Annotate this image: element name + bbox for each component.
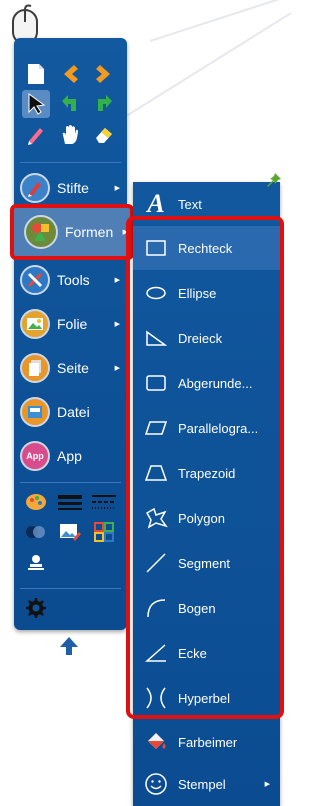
triangle-icon <box>143 325 169 351</box>
submenu-arrow-icon: ▶ <box>122 229 128 236</box>
main-toolbar: Stifte ▶ Formen ▶ Tools ▶ Folie ▶ Seite … <box>10 38 134 630</box>
submenu-item-ecke[interactable]: Ecke <box>133 631 280 675</box>
separator <box>20 482 121 483</box>
toolbar-item-folie[interactable]: Folie ▶ <box>18 304 126 344</box>
settings-gear-icon[interactable] <box>24 596 50 622</box>
new-page-icon[interactable] <box>22 60 50 88</box>
toolbar-item-label: Seite <box>57 360 89 376</box>
submenu-item-dreieck[interactable]: Dreieck <box>133 316 280 360</box>
toolbar-item-label: Formen <box>65 224 114 240</box>
color-palette-icon[interactable] <box>22 488 50 516</box>
app-icon: App <box>20 441 50 471</box>
toolbar-item-datei[interactable]: Datei <box>18 392 126 432</box>
toolbar-item-formen[interactable]: Formen ▶ <box>10 204 134 260</box>
eraser-icon[interactable] <box>90 120 118 148</box>
toolbar-item-label: App <box>57 448 82 464</box>
toolbar-item-label: Tools <box>57 272 90 288</box>
previous-page-icon[interactable] <box>56 60 84 88</box>
undo-icon[interactable] <box>56 90 84 118</box>
submenu-item-text[interactable]: A Text <box>133 182 280 226</box>
select-cursor-icon[interactable] <box>22 90 50 118</box>
toolbar-item-label: Stifte <box>57 180 89 196</box>
toolbar-item-tools[interactable]: Tools ▶ <box>18 260 126 300</box>
arc-icon <box>143 595 169 621</box>
submenu-item-stempel[interactable]: Stempel ▶ <box>133 762 280 806</box>
toolbar-item-app[interactable]: App App <box>18 436 126 476</box>
submenu-arrow-icon: ▶ <box>264 781 270 788</box>
segment-icon <box>143 550 169 576</box>
submenu-item-farbeimer[interactable]: Farbeimer <box>133 720 280 764</box>
trapezoid-icon <box>143 460 169 486</box>
formen-submenu: A Text Rechteck Ellipse Dreieck Abgerund… <box>133 173 281 806</box>
toolbar-item-seite[interactable]: Seite ▶ <box>18 348 126 388</box>
extra-tools-grid <box>22 488 122 578</box>
background-line <box>150 0 320 42</box>
submenu-item-rechteck[interactable]: Rechteck <box>133 226 280 270</box>
quick-tools-grid <box>22 60 122 150</box>
image-edit-icon[interactable] <box>56 518 84 546</box>
group-objects-icon[interactable] <box>90 518 118 546</box>
pencil-icon[interactable] <box>22 120 50 148</box>
hand-pan-icon[interactable] <box>56 120 84 148</box>
separator <box>20 588 121 589</box>
file-icon <box>20 397 50 427</box>
angle-icon <box>143 640 169 666</box>
rounded-rectangle-icon <box>143 370 169 396</box>
page-icon <box>20 353 50 383</box>
ellipse-icon <box>143 280 169 306</box>
submenu-arrow-icon: ▶ <box>114 185 120 192</box>
line-style-icon[interactable] <box>90 488 118 516</box>
next-page-icon[interactable] <box>90 60 118 88</box>
text-tool-icon: A <box>147 189 165 218</box>
submenu-item-bogen[interactable]: Bogen <box>133 586 280 630</box>
stamp-smiley-icon <box>143 771 169 797</box>
submenu-arrow-icon: ▶ <box>114 277 120 284</box>
polygon-icon <box>143 505 169 531</box>
submenu-arrow-icon: ▶ <box>114 321 120 328</box>
submenu-item-parallelogramm[interactable]: Parallelogra... <box>133 406 280 450</box>
submenu-item-abgerundet[interactable]: Abgerunde... <box>133 361 280 405</box>
stamp-tool-icon[interactable] <box>22 548 50 576</box>
submenu-item-trapezoid[interactable]: Trapezoid <box>133 451 280 495</box>
paint-bucket-icon <box>143 729 169 755</box>
submenu-item-segment[interactable]: Segment <box>133 541 280 585</box>
toolbar-item-label: Datei <box>57 404 90 420</box>
submenu-item-polygon[interactable]: Polygon <box>133 496 280 540</box>
separator <box>20 162 121 163</box>
tools-icon <box>20 265 50 295</box>
parallelogram-icon <box>143 415 169 441</box>
slide-icon <box>20 309 50 339</box>
submenu-arrow-icon: ▶ <box>114 365 120 372</box>
shapes-icon <box>24 215 58 249</box>
submenu-item-hyperbel[interactable]: Hyperbel <box>133 676 280 720</box>
pen-icon <box>20 173 50 203</box>
line-width-icon[interactable] <box>56 488 84 516</box>
submenu-item-ellipse[interactable]: Ellipse <box>133 271 280 315</box>
redo-icon[interactable] <box>90 90 118 118</box>
toolbar-item-label: Folie <box>57 316 88 332</box>
collapse-toolbar-arrow-icon[interactable] <box>59 636 79 656</box>
hyperbola-icon <box>143 685 169 711</box>
rectangle-icon <box>143 235 169 261</box>
toolbar-item-stifte[interactable]: Stifte ▶ <box>18 168 126 208</box>
transparency-icon[interactable] <box>22 518 50 546</box>
